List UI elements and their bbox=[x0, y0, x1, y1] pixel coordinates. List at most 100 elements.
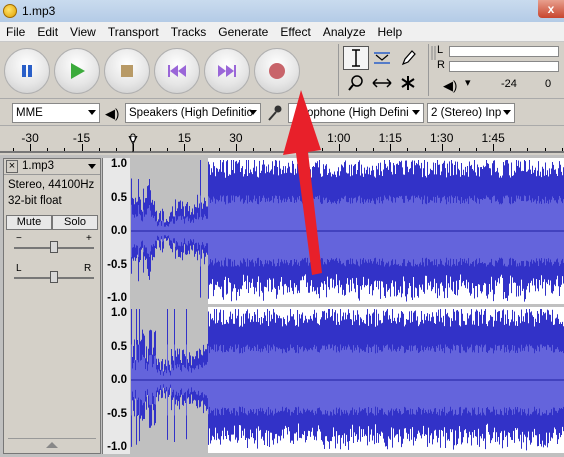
ruler-minor-tick bbox=[287, 148, 289, 151]
amplitude-label: 0.5 bbox=[111, 191, 127, 204]
meter-scale: ◀) ▾ -24 0 bbox=[437, 76, 564, 94]
amplitude-label: -1.0 bbox=[107, 292, 127, 304]
record-button[interactable] bbox=[254, 48, 300, 94]
ibeam-icon bbox=[352, 49, 360, 67]
asterisk-icon bbox=[401, 76, 415, 90]
ruler-minor-tick bbox=[304, 148, 306, 151]
toolbar: L R ◀) ▾ -24 0 bbox=[0, 42, 564, 99]
chevron-down-icon bbox=[88, 110, 96, 115]
waveform-channel-left[interactable] bbox=[131, 158, 564, 304]
ruler-minor-tick bbox=[476, 148, 477, 151]
track-bit-depth: 32-bit float bbox=[8, 195, 62, 207]
meter-scale-value: 0 bbox=[545, 78, 552, 90]
ruler-minor-tick bbox=[115, 148, 117, 151]
selection-tool-button[interactable] bbox=[343, 46, 369, 70]
menu-transport[interactable]: Transport bbox=[102, 22, 165, 42]
ruler-tick-label: 0 bbox=[129, 131, 137, 145]
envelope-icon bbox=[374, 52, 390, 64]
input-channels-select[interactable]: 2 (Stereo) Inp bbox=[427, 103, 515, 123]
pan-slider-thumb[interactable] bbox=[50, 271, 58, 283]
ruler-minor-tick bbox=[321, 148, 323, 151]
ruler-minor-tick bbox=[12, 148, 14, 151]
chevron-down-icon bbox=[503, 110, 511, 115]
menu-tracks[interactable]: Tracks bbox=[165, 22, 213, 42]
draw-tool-button[interactable] bbox=[395, 46, 421, 70]
skip-start-icon bbox=[168, 65, 186, 77]
amplitude-label: 1.0 bbox=[111, 307, 127, 319]
timeshift-tool-button[interactable] bbox=[369, 71, 395, 95]
zoom-tool-button[interactable] bbox=[343, 71, 369, 95]
ruler-minor-tick bbox=[150, 148, 152, 151]
audio-host-select[interactable]: MME bbox=[12, 103, 100, 123]
envelope-tool-button[interactable] bbox=[369, 46, 395, 70]
device-toolbar: MME ◀) Speakers (High Definitio ophone (… bbox=[0, 100, 564, 126]
meter-right[interactable]: R bbox=[437, 59, 559, 73]
ruler-minor-tick bbox=[338, 148, 340, 151]
track-control-panel: × 1.mp3 Stereo, 44100Hz 32-bit float Mut… bbox=[3, 158, 101, 454]
menu-effect[interactable]: Effect bbox=[274, 22, 316, 42]
menu-generate[interactable]: Generate bbox=[212, 22, 274, 42]
window-close-button[interactable]: x bbox=[538, 0, 564, 18]
window-title: 1.mp3 bbox=[22, 4, 56, 18]
pan-slider[interactable] bbox=[14, 271, 94, 283]
microphone-icon bbox=[268, 105, 282, 121]
mute-button[interactable]: Mute bbox=[6, 215, 52, 230]
ruler-minor-tick bbox=[441, 148, 443, 151]
meter-left-label: L bbox=[437, 44, 444, 56]
input-device-select[interactable]: ophone (High Defini bbox=[288, 103, 424, 123]
meter-left[interactable]: L bbox=[437, 44, 559, 58]
menu-edit[interactable]: Edit bbox=[31, 22, 64, 42]
ruler-minor-tick bbox=[510, 148, 512, 151]
skip-to-end-button[interactable] bbox=[204, 48, 250, 94]
ruler-minor-tick bbox=[373, 148, 375, 151]
gain-slider-thumb[interactable] bbox=[50, 241, 58, 253]
amplitude-label: -1.0 bbox=[107, 441, 127, 453]
track-close-button[interactable]: × bbox=[6, 160, 18, 173]
ruler-minor-tick bbox=[133, 148, 134, 151]
speaker-icon: ◀) bbox=[105, 106, 120, 121]
pencil-icon bbox=[401, 50, 416, 66]
timeline-ruler[interactable]: -30 -15 0 15 30 1:00 1:15 1:30 1:45 bbox=[0, 127, 564, 153]
output-device-select[interactable]: Speakers (High Definitio bbox=[125, 103, 261, 123]
meter-toolbar: L R ◀) ▾ -24 0 bbox=[428, 44, 564, 96]
track-format: Stereo, 44100Hz bbox=[8, 179, 95, 191]
menu-help[interactable]: Help bbox=[372, 22, 409, 42]
transport-toolbar bbox=[4, 45, 326, 97]
record-icon bbox=[269, 63, 285, 79]
amplitude-label: -0.5 bbox=[107, 258, 127, 271]
meter-left-bar bbox=[449, 46, 559, 57]
play-button[interactable] bbox=[54, 48, 100, 94]
amplitude-ruler: 1.0 0.5 0.0 -0.5 -1.0 1.0 0.5 0.0 -0.5 -1.0 bbox=[102, 158, 130, 454]
ruler-minor-tick bbox=[390, 148, 392, 151]
menu-analyze[interactable]: Analyze bbox=[317, 22, 372, 42]
collapse-track-button[interactable] bbox=[8, 438, 96, 450]
ruler-minor-tick bbox=[544, 148, 546, 151]
pause-icon bbox=[22, 65, 32, 77]
waveform-channel-right[interactable] bbox=[131, 307, 564, 453]
chevron-down-icon bbox=[249, 110, 257, 115]
stop-button[interactable] bbox=[104, 48, 150, 94]
multi-tool-button[interactable] bbox=[395, 71, 421, 95]
menu-file[interactable]: File bbox=[0, 22, 31, 42]
double-arrow-icon bbox=[372, 78, 392, 88]
amplitude-label: -0.5 bbox=[107, 407, 127, 420]
audacity-app-icon bbox=[3, 4, 17, 18]
meter-right-bar bbox=[449, 61, 559, 72]
skip-to-start-button[interactable] bbox=[154, 48, 200, 94]
amplitude-label: 0.5 bbox=[111, 340, 127, 353]
amplitude-label: 1.0 bbox=[111, 158, 127, 170]
track-name-menu[interactable]: 1.mp3 bbox=[22, 160, 54, 172]
menu-view[interactable]: View bbox=[64, 22, 102, 42]
track-area: × 1.mp3 Stereo, 44100Hz 32-bit float Mut… bbox=[0, 155, 564, 457]
gain-slider[interactable] bbox=[14, 241, 94, 253]
meter-dropdown-arrow-icon[interactable]: ▾ bbox=[465, 76, 471, 89]
pause-button[interactable] bbox=[4, 48, 50, 94]
solo-button[interactable]: Solo bbox=[52, 215, 98, 230]
ruler-minor-tick bbox=[64, 148, 66, 151]
ruler-minor-tick bbox=[407, 148, 409, 151]
chevron-up-icon bbox=[46, 442, 58, 448]
ruler-minor-tick bbox=[424, 148, 426, 151]
speaker-icon[interactable]: ◀) bbox=[443, 78, 457, 94]
track-menu-arrow-icon[interactable] bbox=[88, 164, 96, 169]
amplitude-label: 0.0 bbox=[111, 374, 127, 386]
